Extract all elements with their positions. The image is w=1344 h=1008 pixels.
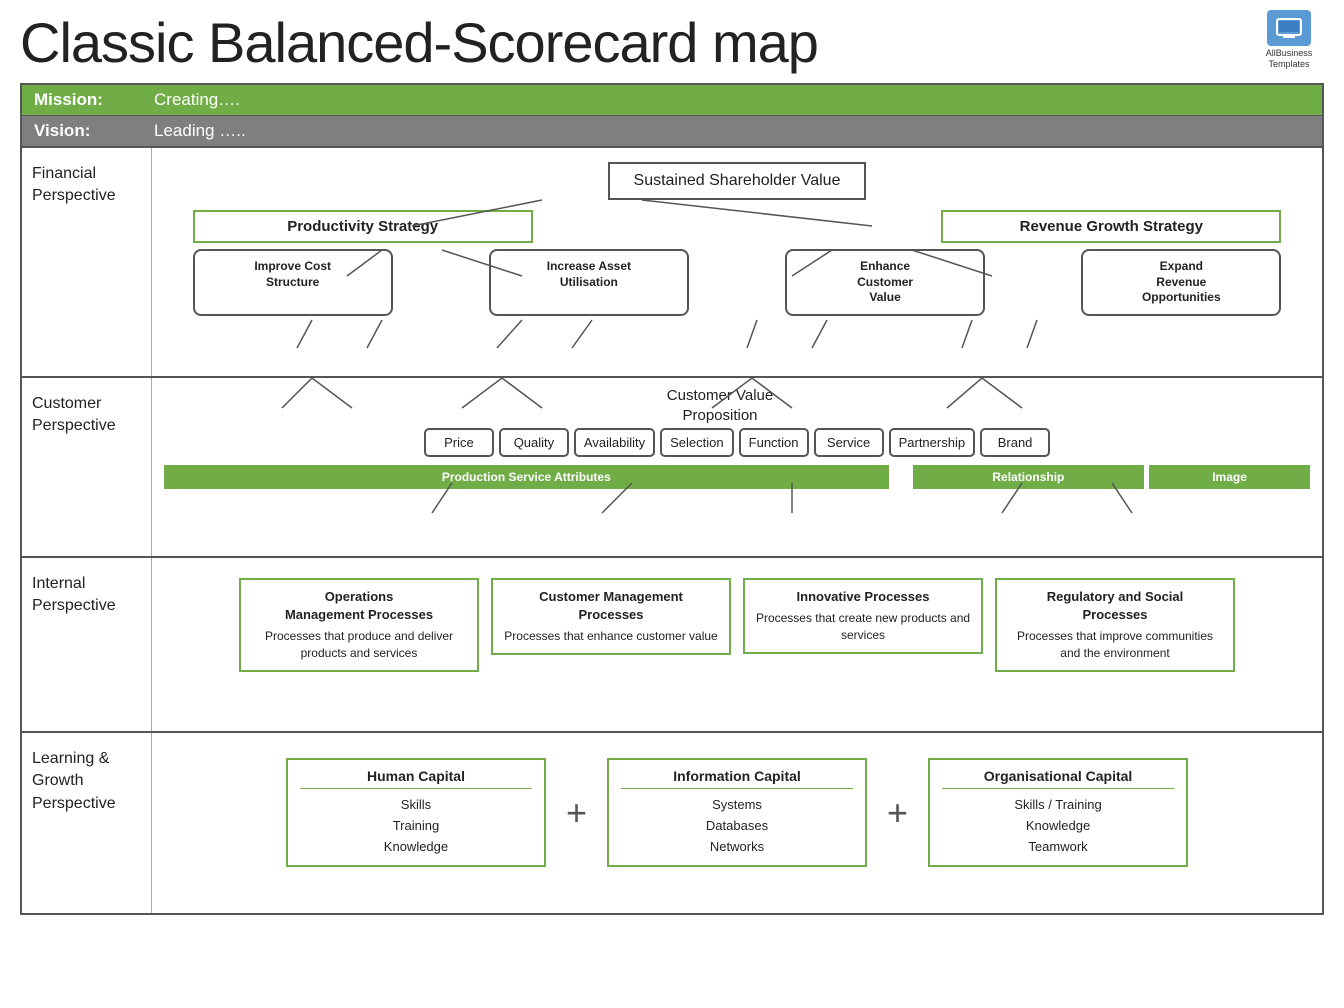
process-innovative-title: Innovative Processes <box>755 588 971 606</box>
internal-content: OperationsManagement Processes Processes… <box>152 558 1322 731</box>
process-operations-desc: Processes that produce and deliver produ… <box>251 628 467 662</box>
financial-label: Financial Perspective <box>22 148 152 376</box>
financial-section: Sustained Shareholder Value Productivity… <box>164 158 1310 316</box>
objective-expand-revenue: ExpandRevenueOpportunities <box>1081 249 1281 316</box>
financial-row: Financial Perspective <box>22 148 1322 378</box>
process-boxes: OperationsManagement Processes Processes… <box>164 568 1310 682</box>
production-service-bar: Production Service Attributes <box>164 465 889 489</box>
attr-service: Service <box>814 428 884 457</box>
attr-availability: Availability <box>574 428 655 457</box>
information-capital-box: Information Capital SystemsDatabasesNetw… <box>607 758 867 867</box>
process-regulatory: Regulatory and SocialProcesses Processes… <box>995 578 1235 672</box>
objective-enhance-customer: EnhanceCustomerValue <box>785 249 985 316</box>
process-innovative-desc: Processes that create new products and s… <box>755 610 971 644</box>
vision-row: Vision: Leading ….. <box>22 116 1322 148</box>
objective-improve-cost: Improve CostStructure <box>193 249 393 316</box>
logo-icon <box>1267 10 1311 46</box>
learning-label: Learning &GrowthPerspective <box>22 733 152 913</box>
organisational-capital-items: Skills / TrainingKnowledgeTeamwork <box>942 795 1174 857</box>
process-customer-mgmt: Customer ManagementProcesses Processes t… <box>491 578 731 655</box>
relationship-bar: Relationship <box>913 465 1144 489</box>
revenue-strategy-box: Revenue Growth Strategy <box>941 210 1281 243</box>
mission-row: Mission: Creating…. <box>22 85 1322 116</box>
plus-1: + <box>566 792 587 834</box>
title-area: Classic Balanced-Scorecard map AllBusine… <box>20 10 1324 75</box>
mission-label: Mission: <box>34 90 114 110</box>
customer-label: CustomerPerspective <box>22 378 152 556</box>
attr-selection: Selection <box>660 428 733 457</box>
objective-increase-asset: Increase AssetUtilisation <box>489 249 689 316</box>
process-customer-mgmt-desc: Processes that enhance customer value <box>503 628 719 645</box>
image-bar: Image <box>1149 465 1310 489</box>
customer-row: CustomerPerspective <box>22 378 1322 558</box>
attr-partnership: Partnership <box>889 428 975 457</box>
capital-boxes: Human Capital SkillsTrainingKnowledge + … <box>164 743 1310 882</box>
internal-label: InternalPerspective <box>22 558 152 731</box>
information-capital-title: Information Capital <box>621 768 853 789</box>
human-capital-title: Human Capital <box>300 768 532 789</box>
cvp-label: Customer ValueProposition <box>667 386 773 425</box>
mission-value: Creating…. <box>154 90 240 110</box>
scorecard: Mission: Creating…. Vision: Leading ….. … <box>20 83 1324 915</box>
attr-bar-row: Production Service Attributes Relationsh… <box>164 465 1310 489</box>
process-innovative: Innovative Processes Processes that crea… <box>743 578 983 654</box>
attr-price: Price <box>424 428 494 457</box>
attr-quality: Quality <box>499 428 569 457</box>
information-capital-items: SystemsDatabasesNetworks <box>621 795 853 857</box>
process-operations-title: OperationsManagement Processes <box>251 588 467 624</box>
organisational-capital-box: Organisational Capital Skills / Training… <box>928 758 1188 867</box>
page-container: Classic Balanced-Scorecard map AllBusine… <box>0 0 1344 925</box>
internal-row: InternalPerspective OperationsManagement… <box>22 558 1322 733</box>
vision-label: Vision: <box>34 121 114 141</box>
logo-line1: AllBusiness <box>1254 48 1324 59</box>
attr-brand: Brand <box>980 428 1050 457</box>
attributes-row: Price Quality Availability Selection Fun… <box>164 428 1310 457</box>
human-capital-box: Human Capital SkillsTrainingKnowledge <box>286 758 546 867</box>
learning-content: Human Capital SkillsTrainingKnowledge + … <box>152 733 1322 913</box>
plus-2: + <box>887 792 908 834</box>
page-title: Classic Balanced-Scorecard map <box>20 10 818 75</box>
ssv-box: Sustained Shareholder Value <box>608 162 867 200</box>
productivity-strategy-box: Productivity Strategy <box>193 210 533 243</box>
human-capital-items: SkillsTrainingKnowledge <box>300 795 532 857</box>
process-customer-mgmt-title: Customer ManagementProcesses <box>503 588 719 624</box>
process-regulatory-title: Regulatory and SocialProcesses <box>1007 588 1223 624</box>
learning-row: Learning &GrowthPerspective Human Capita… <box>22 733 1322 913</box>
vision-value: Leading ….. <box>154 121 246 141</box>
logo-box: AllBusiness Templates <box>1254 10 1324 70</box>
organisational-capital-title: Organisational Capital <box>942 768 1174 789</box>
customer-content: Customer ValueProposition Price Quality … <box>152 378 1322 556</box>
financial-content: Sustained Shareholder Value Productivity… <box>152 148 1322 376</box>
logo-line2: Templates <box>1254 59 1324 70</box>
process-regulatory-desc: Processes that improve communities and t… <box>1007 628 1223 662</box>
process-operations: OperationsManagement Processes Processes… <box>239 578 479 672</box>
attr-function: Function <box>739 428 809 457</box>
